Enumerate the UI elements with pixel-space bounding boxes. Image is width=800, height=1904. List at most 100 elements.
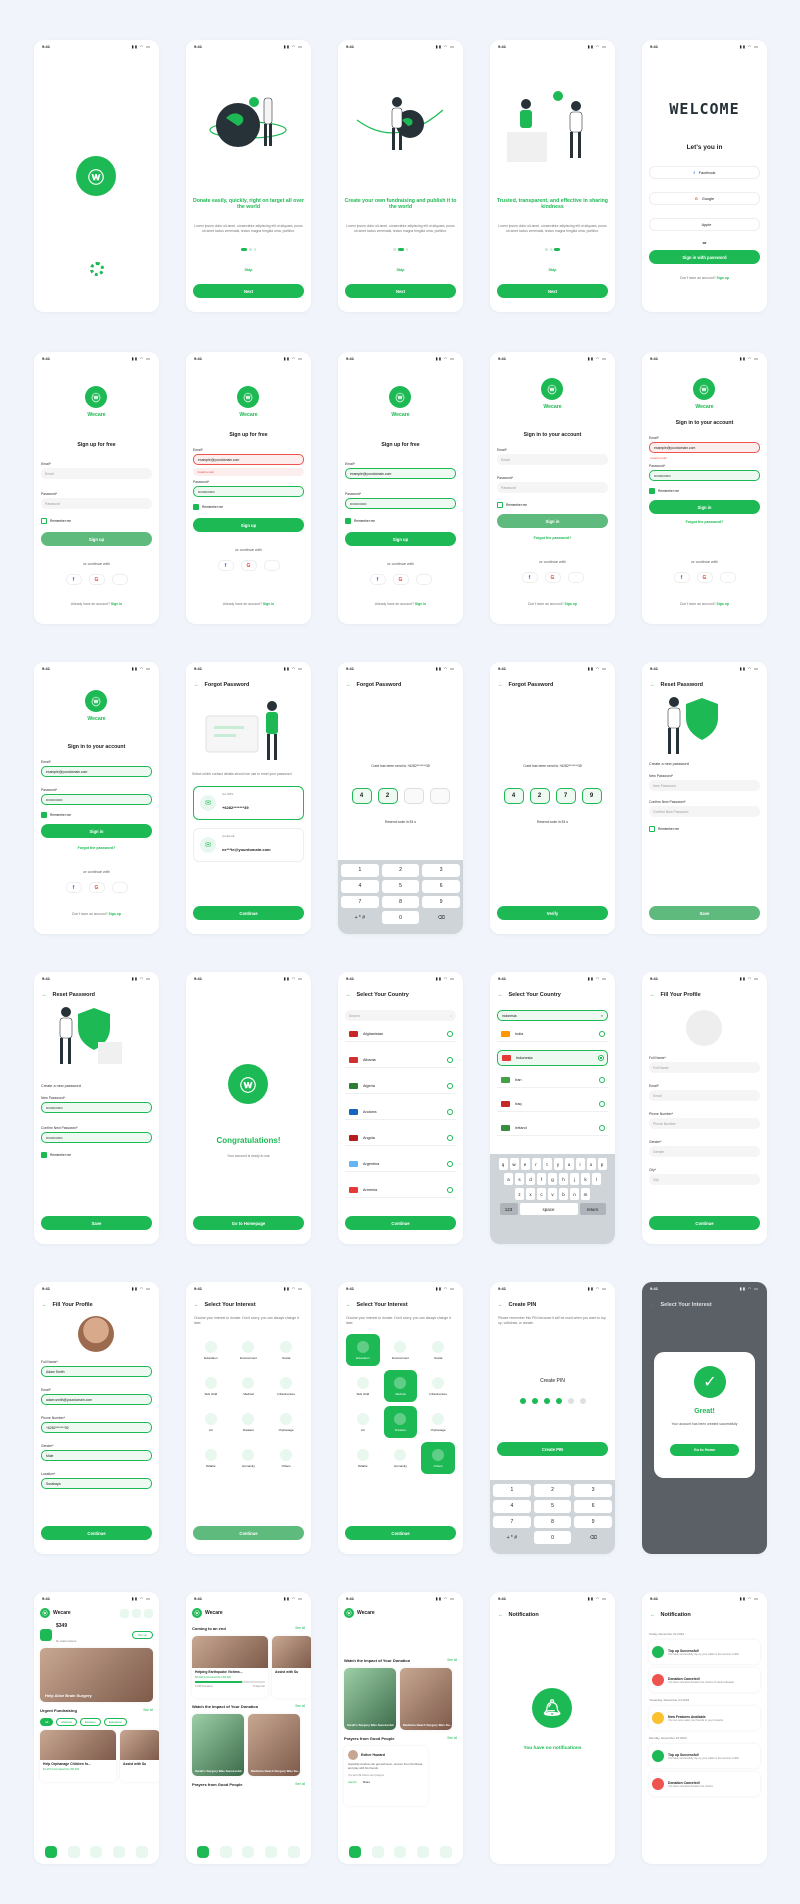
- remember-checkbox[interactable]: Remember me: [649, 826, 679, 832]
- google-icon[interactable]: G: [696, 572, 713, 583]
- sms-option[interactable]: ✉ via SMS: +6282*******39: [193, 786, 304, 820]
- signin-link[interactable]: Sign in: [415, 602, 426, 606]
- key-w[interactable]: w: [509, 1158, 519, 1170]
- verify-button[interactable]: Verify: [497, 906, 608, 920]
- email-field[interactable]: Email: [649, 1090, 760, 1101]
- apple-icon[interactable]: [111, 574, 128, 585]
- notification-item[interactable]: Donation Canceled! You have canceled dona…: [649, 1772, 760, 1796]
- chat-icon[interactable]: [417, 1846, 430, 1858]
- forgot-password-link[interactable]: Forgot the password?: [648, 520, 761, 524]
- key-i[interactable]: i: [575, 1158, 585, 1170]
- remember-checkbox[interactable]: Remember me: [41, 518, 71, 524]
- continue-button[interactable]: Continue: [41, 1526, 152, 1540]
- apple-icon[interactable]: [567, 572, 584, 583]
- amen-button[interactable]: Aamiin: [348, 1780, 357, 1784]
- key-b[interactable]: b: [559, 1188, 568, 1200]
- email-field[interactable]: example@yourdomain.com: [345, 468, 456, 479]
- signin-link[interactable]: Sign in: [263, 602, 274, 606]
- key-s[interactable]: s: [515, 1173, 524, 1185]
- interest-disaster[interactable]: Disaster: [232, 1406, 266, 1438]
- key-n[interactable]: n: [570, 1188, 579, 1200]
- confirm-password-field[interactable]: Confirm New Password: [649, 806, 760, 817]
- key-u[interactable]: u: [564, 1158, 574, 1170]
- key-e[interactable]: e: [520, 1158, 530, 1170]
- create-pin-button[interactable]: Create PIN: [497, 1442, 608, 1456]
- interest-orphanage[interactable]: Orphanage: [421, 1406, 455, 1438]
- interest-social[interactable]: Social: [269, 1334, 303, 1366]
- remember-checkbox[interactable]: Remember me: [649, 488, 679, 494]
- key-a[interactable]: a: [504, 1173, 513, 1185]
- key-t[interactable]: t: [542, 1158, 552, 1170]
- profile-icon[interactable]: [287, 1846, 300, 1858]
- email-field[interactable]: example@yourdomain.com: [193, 454, 304, 465]
- skip-link[interactable]: Skip: [496, 268, 609, 272]
- country-row[interactable]: Iraq: [497, 1096, 608, 1112]
- email-field[interactable]: adam.smith@yourdomain.com: [41, 1394, 152, 1405]
- gender-select[interactable]: Male: [41, 1450, 152, 1461]
- apple-icon[interactable]: [263, 560, 280, 571]
- doc-icon[interactable]: [394, 1846, 407, 1858]
- facebook-icon[interactable]: f: [369, 574, 386, 585]
- sign-in-password-button[interactable]: Sign in with password: [649, 250, 760, 264]
- remember-checkbox[interactable]: Remember me: [41, 812, 71, 818]
- key-r[interactable]: r: [531, 1158, 541, 1170]
- country-row[interactable]: India: [497, 1026, 608, 1042]
- google-button[interactable]: G Google: [649, 192, 760, 205]
- backspace-icon[interactable]: ⌫: [574, 1531, 612, 1544]
- bookmark-icon[interactable]: [144, 1608, 153, 1618]
- interest-sick-child[interactable]: Sick child: [346, 1370, 380, 1402]
- password-field[interactable]: ••••••••••••••: [649, 470, 760, 481]
- full-name-field[interactable]: Adam Smith: [41, 1366, 152, 1377]
- home-icon[interactable]: [197, 1846, 210, 1858]
- profile-icon[interactable]: [439, 1846, 452, 1858]
- full-name-field[interactable]: Full Name: [649, 1062, 760, 1073]
- new-password-field[interactable]: New Password: [649, 780, 760, 791]
- continue-button[interactable]: Continue: [345, 1526, 456, 1540]
- calendar-icon[interactable]: [219, 1846, 232, 1858]
- key-l[interactable]: l: [592, 1173, 601, 1185]
- calendar-icon[interactable]: [371, 1846, 384, 1858]
- remember-checkbox[interactable]: Remember me: [345, 518, 375, 524]
- save-button[interactable]: Save: [649, 906, 760, 920]
- phone-field[interactable]: Phone Number: [649, 1118, 760, 1129]
- email-field[interactable]: example@yourdomain.com: [41, 766, 152, 777]
- google-icon[interactable]: G: [392, 574, 409, 585]
- profile-icon[interactable]: [135, 1846, 148, 1858]
- password-field[interactable]: Password: [497, 482, 608, 493]
- country-row[interactable]: Iran: [497, 1072, 608, 1088]
- country-row-selected[interactable]: Indonesia: [497, 1050, 608, 1066]
- interest-social[interactable]: Social: [421, 1334, 455, 1366]
- search-icon[interactable]: [120, 1608, 129, 1618]
- email-option[interactable]: ✉ via Email: ex***le@yourdomain.com: [193, 828, 304, 862]
- impact-story[interactable]: Sarah's Surgery Was Successful: [344, 1668, 396, 1730]
- chat-icon[interactable]: [265, 1846, 278, 1858]
- key-c[interactable]: c: [537, 1188, 546, 1200]
- chat-icon[interactable]: [113, 1846, 126, 1858]
- home-icon[interactable]: [349, 1846, 362, 1858]
- email-field[interactable]: Email: [497, 454, 608, 465]
- gender-select[interactable]: Gender: [649, 1146, 760, 1157]
- home-icon[interactable]: [45, 1846, 58, 1858]
- city-field[interactable]: City: [649, 1174, 760, 1185]
- signin-button[interactable]: Sign in: [41, 824, 152, 838]
- save-button[interactable]: Save: [41, 1216, 152, 1230]
- facebook-icon[interactable]: f: [65, 574, 82, 585]
- key-g[interactable]: g: [548, 1173, 557, 1185]
- go-homepage-button[interactable]: Go to Homepage: [193, 1216, 304, 1230]
- password-field[interactable]: ••••••••••••••: [193, 486, 304, 497]
- key-h[interactable]: h: [559, 1173, 568, 1185]
- remember-checkbox[interactable]: Remember me: [41, 1152, 71, 1158]
- interest-art[interactable]: Art: [194, 1406, 228, 1438]
- phone-field[interactable]: +6282*******39: [41, 1422, 152, 1433]
- google-icon[interactable]: G: [544, 572, 561, 583]
- interest-others[interactable]: Others: [269, 1442, 303, 1474]
- password-field[interactable]: ••••••••••••••: [345, 498, 456, 509]
- interest-difable[interactable]: Difable: [194, 1442, 228, 1474]
- interest-medical[interactable]: Medical: [383, 1370, 418, 1402]
- confirm-password-field[interactable]: ••••••••••••••: [41, 1132, 152, 1143]
- country-row[interactable]: Albania: [345, 1052, 456, 1068]
- interest-disaster[interactable]: Disaster: [383, 1406, 418, 1438]
- notification-item[interactable]: Top up Successful! You have successfully …: [649, 1640, 760, 1664]
- interest-humanity[interactable]: Humanity: [384, 1442, 418, 1474]
- password-field[interactable]: Password: [41, 498, 152, 509]
